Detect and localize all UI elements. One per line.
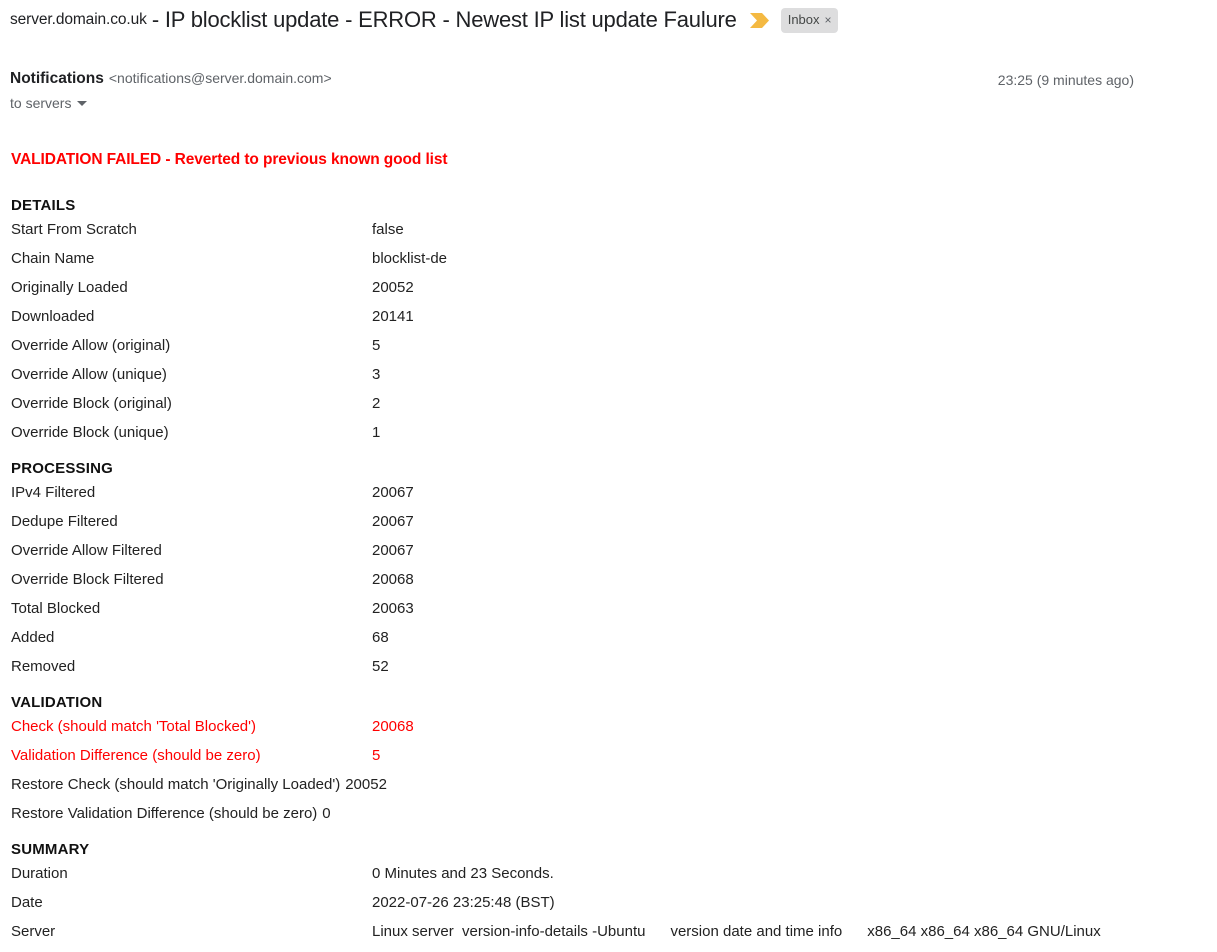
- detail-label: IPv4 Filtered: [11, 484, 96, 501]
- detail-label: Total Blocked: [11, 600, 101, 617]
- detail-label: Override Allow Filtered: [11, 542, 162, 559]
- detail-row: Restore Validation Difference (should be…: [11, 805, 1217, 834]
- detail-row: Override Allow (unique) 3: [11, 366, 1217, 395]
- detail-row: Added 68: [11, 629, 1217, 658]
- detail-label: Chain Name: [11, 250, 95, 267]
- section-rows: Duration 0 Minutes and 23 Seconds. Date 202…: [11, 865, 1217, 952]
- detail-label: Dedupe Filtered: [11, 513, 118, 530]
- detail-value: 0: [322, 805, 331, 822]
- detail-value: Linux server version-info-details -Ubunt…: [372, 923, 1101, 940]
- detail-label: Duration: [11, 865, 68, 882]
- detail-label: Override Block (original): [11, 395, 172, 412]
- section-title: SUMMARY: [11, 841, 90, 858]
- report-sections: DETAILS Start From Scratch false Chain Name…: [11, 197, 1217, 952]
- chevron-down-icon[interactable]: [77, 100, 88, 106]
- detail-row: Removed 52: [11, 658, 1217, 687]
- detail-row: Override Block (original) 2: [11, 395, 1217, 424]
- detail-value: 5: [372, 747, 381, 764]
- detail-row: Downloaded 20141: [11, 308, 1217, 337]
- detail-label: Restore Check (should match 'Originally …: [11, 776, 341, 793]
- label-chip-text: Inbox: [787, 11, 820, 27]
- detail-value: 20067: [372, 513, 414, 530]
- detail-row: Validation Difference (should be zero) 5: [11, 747, 1217, 776]
- subject-row: server.domain.co.uk - IP blocklist updat…: [0, 0, 1217, 34]
- detail-row: IPv4 Filtered 20067: [11, 484, 1217, 513]
- detail-value: false: [372, 221, 404, 238]
- detail-label: Date: [11, 894, 43, 911]
- detail-row: Override Allow (original) 5: [11, 337, 1217, 366]
- detail-value: 20141: [372, 308, 414, 325]
- detail-row: Restore Check (should match 'Originally …: [11, 776, 1217, 805]
- detail-label: Override Block (unique): [11, 424, 169, 441]
- detail-row: Total Blocked 20063: [11, 600, 1217, 629]
- detail-label: Downloaded: [11, 308, 95, 325]
- detail-value: 20068: [372, 718, 414, 735]
- detail-row: Chain Name blocklist-de: [11, 250, 1217, 279]
- detail-label: Override Allow (unique): [11, 366, 167, 383]
- detail-row: Override Allow Filtered 20067: [11, 542, 1217, 571]
- detail-row: Dedupe Filtered 20067: [11, 513, 1217, 542]
- detail-value: 68: [372, 629, 389, 646]
- detail-value: 20052: [345, 776, 387, 793]
- detail-value: 20067: [372, 484, 414, 501]
- detail-label: Restore Validation Difference (should be…: [11, 805, 318, 822]
- section-title: VALIDATION: [11, 694, 103, 711]
- detail-value: 20063: [372, 600, 414, 617]
- detail-label: Originally Loaded: [11, 279, 128, 296]
- detail-value: 1: [372, 424, 381, 441]
- detail-value: 20068: [372, 571, 414, 588]
- detail-label: Added: [11, 629, 55, 646]
- detail-label: Start From Scratch: [11, 221, 137, 238]
- detail-row: Originally Loaded 20052: [11, 279, 1217, 308]
- detail-label: Removed: [11, 658, 76, 675]
- detail-label: Override Allow (original): [11, 337, 171, 354]
- email-message-view: server.domain.co.uk - IP blocklist updat…: [0, 0, 1217, 948]
- detail-row: Override Block Filtered 20068: [11, 571, 1217, 600]
- sender-name: Notifications: [10, 70, 104, 87]
- detail-row: Start From Scratch false: [11, 221, 1217, 250]
- detail-value: 52: [372, 658, 389, 675]
- detail-value: 0 Minutes and 23 Seconds.: [372, 865, 554, 882]
- validation-alert: VALIDATION FAILED - Reverted to previous…: [11, 151, 448, 168]
- detail-label: Override Block Filtered: [11, 571, 164, 588]
- sender-email: <notifications@server.domain.com>: [108, 70, 332, 86]
- section-rows: Start From Scratch false Chain Name blockli…: [11, 221, 1217, 453]
- detail-label: Check (should match 'Total Blocked'): [11, 718, 257, 735]
- detail-value: 20067: [372, 542, 414, 559]
- detail-value: 5: [372, 337, 381, 354]
- detail-value: blocklist-de: [372, 250, 448, 267]
- section-rows: Check (should match 'Total Blocked') 2006…: [11, 718, 1217, 834]
- detail-row: Date 2022-07-26 23:25:48 (BST): [11, 894, 1217, 923]
- message-timestamp: 23:25 (9 minutes ago): [997, 72, 1134, 88]
- detail-value: 2022-07-26 23:25:48 (BST): [372, 894, 555, 911]
- section-rows: IPv4 Filtered 20067 Dedupe Filtered 20067 Ov…: [11, 484, 1217, 687]
- section-title: DETAILS: [11, 197, 76, 214]
- detail-value: 2: [372, 395, 381, 412]
- detail-row: Check (should match 'Total Blocked') 2006…: [11, 718, 1217, 747]
- message-body: VALIDATION FAILED - Reverted to previous…: [0, 151, 1217, 952]
- recipient-label: to servers: [10, 95, 72, 111]
- flag-icon: [749, 12, 771, 29]
- subject-sender-domain: server.domain.co.uk: [10, 11, 147, 28]
- label-chip-inbox[interactable]: Inbox ×: [780, 7, 838, 33]
- recipient-toggle[interactable]: to servers: [10, 95, 88, 111]
- close-icon[interactable]: ×: [825, 11, 832, 29]
- detail-value: 20052: [372, 279, 414, 296]
- detail-label: Validation Difference (should be zero): [11, 747, 261, 764]
- detail-row: Override Block (unique) 1: [11, 424, 1217, 453]
- detail-label: Server: [11, 923, 56, 940]
- detail-value: 3: [372, 366, 381, 383]
- section-title: PROCESSING: [11, 460, 114, 477]
- page-title: - IP blocklist update - ERROR - Newest I…: [151, 7, 737, 32]
- message-header: Notifications <notifications@server.doma…: [0, 70, 1217, 113]
- detail-row: Duration 0 Minutes and 23 Seconds.: [11, 865, 1217, 894]
